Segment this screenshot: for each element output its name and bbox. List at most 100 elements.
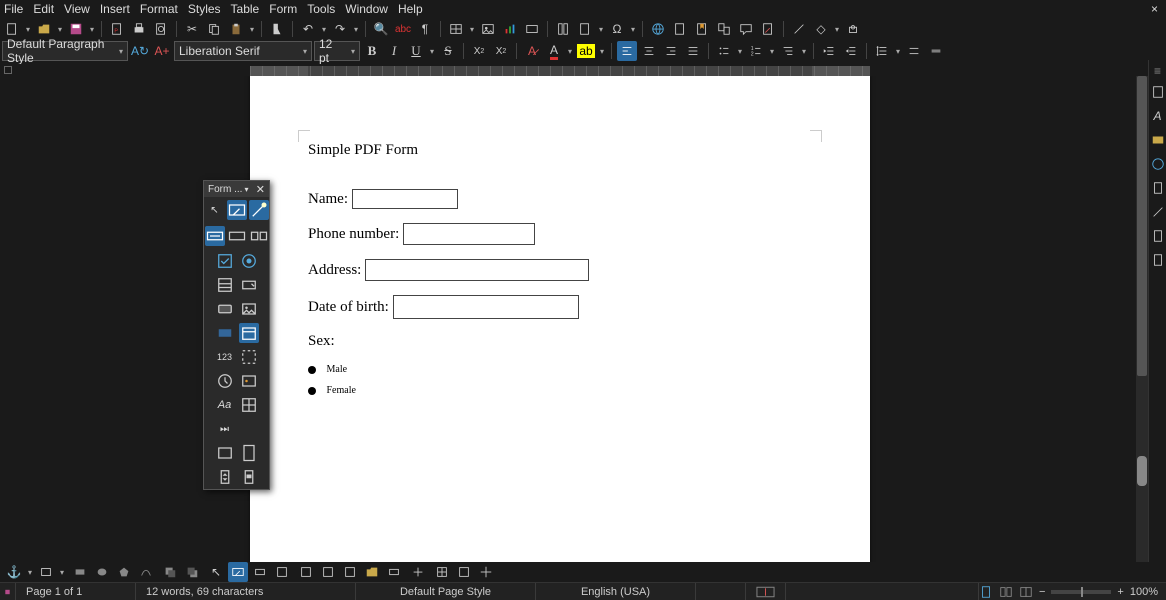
italic-button[interactable]: I xyxy=(384,41,404,61)
fc-date-icon[interactable] xyxy=(239,323,259,343)
increase-indent-button[interactable] xyxy=(819,41,839,61)
form-panel-close-icon[interactable]: ✕ xyxy=(256,183,265,196)
hyperlink-icon[interactable] xyxy=(648,19,668,39)
cut-icon[interactable]: ✂ xyxy=(182,19,202,39)
new-style-icon[interactable]: A+ xyxy=(152,41,172,61)
activation-order-icon[interactable] xyxy=(318,562,338,582)
fc-formatted-icon[interactable] xyxy=(215,323,235,343)
snap-grid-icon[interactable] xyxy=(454,562,474,582)
highlight-icon[interactable]: ab xyxy=(576,41,596,61)
print-icon[interactable] xyxy=(129,19,149,39)
find-icon[interactable]: 🔍 xyxy=(371,19,391,39)
curve-icon[interactable] xyxy=(136,562,156,582)
basic-shapes-icon[interactable]: ◇ xyxy=(811,19,831,39)
select-icon[interactable]: ↖ xyxy=(206,562,226,582)
fc-label-icon[interactable] xyxy=(205,226,225,246)
fc-file-icon[interactable] xyxy=(239,443,259,463)
sidebar-properties-icon[interactable] xyxy=(1150,84,1166,100)
undo-icon[interactable]: ↶ xyxy=(298,19,318,39)
add-field-icon[interactable] xyxy=(340,562,360,582)
form-control-icon[interactable] xyxy=(250,562,270,582)
polygon-icon[interactable] xyxy=(114,562,134,582)
menu-table[interactable]: Table xyxy=(231,2,260,16)
close-icon[interactable]: × xyxy=(1151,2,1158,16)
anchor-menu[interactable]: ▾ xyxy=(26,562,34,582)
form-controls-panel[interactable]: Form ... ▾ ✕ ↖ 123 Aa ⏭ xyxy=(203,180,270,490)
font-name-combo[interactable]: Liberation Serif ▾ xyxy=(174,41,312,61)
fc-scrollbar-icon[interactable] xyxy=(239,467,259,487)
status-insert-mode[interactable] xyxy=(746,583,786,600)
fc-pattern-icon[interactable]: Aa xyxy=(215,395,235,415)
grid-icon[interactable] xyxy=(432,562,452,582)
update-style-icon[interactable]: A↻ xyxy=(130,41,150,61)
decrease-indent-button[interactable] xyxy=(841,41,861,61)
view-multi-icon[interactable] xyxy=(999,585,1013,599)
align-left-button[interactable] xyxy=(617,41,637,61)
table-menu[interactable]: ▾ xyxy=(468,19,476,39)
bullet-list-menu[interactable]: ▾ xyxy=(736,41,744,61)
menu-styles[interactable]: Styles xyxy=(188,2,221,16)
decrease-para-space-button[interactable] xyxy=(926,41,946,61)
zoom-slider[interactable] xyxy=(1051,590,1111,594)
status-pagestyle[interactable]: Default Page Style xyxy=(356,583,536,600)
fc-textbox-icon[interactable] xyxy=(227,226,247,246)
name-textbox[interactable] xyxy=(352,189,458,209)
align-center-button[interactable] xyxy=(639,41,659,61)
special-char-menu[interactable]: ▾ xyxy=(629,19,637,39)
sidebar-inspect-icon[interactable] xyxy=(1150,204,1166,220)
paragraph-style-combo[interactable]: Default Paragraph Style ▾ xyxy=(2,41,128,61)
export-pdf-icon[interactable]: P xyxy=(107,19,127,39)
bookmark-icon[interactable] xyxy=(692,19,712,39)
shapes-menu[interactable]: ▾ xyxy=(833,19,841,39)
rect-icon[interactable] xyxy=(70,562,90,582)
fc-table-icon[interactable] xyxy=(239,395,259,415)
new-doc-icon[interactable] xyxy=(2,19,22,39)
underline-button[interactable]: U xyxy=(406,41,426,61)
highlight-menu[interactable]: ▾ xyxy=(598,41,606,61)
outline-list-button[interactable] xyxy=(778,41,798,61)
fc-check-icon[interactable] xyxy=(215,251,235,271)
menu-format[interactable]: Format xyxy=(140,2,178,16)
increase-para-space-button[interactable] xyxy=(904,41,924,61)
menu-form[interactable]: Form xyxy=(269,2,297,16)
special-char-icon[interactable]: Ω xyxy=(607,19,627,39)
fc-image-icon[interactable] xyxy=(215,443,235,463)
superscript-button[interactable]: X2 xyxy=(469,41,489,61)
sidebar-accessibility-icon[interactable] xyxy=(1150,252,1166,268)
radio-male-row[interactable]: Male xyxy=(308,364,812,375)
font-color-menu[interactable]: ▾ xyxy=(566,41,574,61)
print-preview-icon[interactable] xyxy=(151,19,171,39)
paste-icon[interactable] xyxy=(226,19,246,39)
form-design-icon[interactable] xyxy=(228,562,248,582)
form-nav-icon[interactable] xyxy=(296,562,316,582)
status-language[interactable]: English (USA) xyxy=(536,583,696,600)
radio-female-row[interactable]: Female xyxy=(308,385,812,396)
phone-textbox[interactable] xyxy=(403,223,535,245)
auto-focus-icon[interactable] xyxy=(384,562,404,582)
fc-radio-icon[interactable] xyxy=(239,251,259,271)
menu-edit[interactable]: Edit xyxy=(33,2,54,16)
status-wordcount[interactable]: 12 words, 69 characters xyxy=(136,583,356,600)
zoom-in-button[interactable]: + xyxy=(1117,586,1123,598)
fc-select-icon[interactable]: ↖ xyxy=(205,200,225,220)
subscript-button[interactable]: X2 xyxy=(491,41,511,61)
form-props-icon[interactable] xyxy=(272,562,292,582)
fc-design-mode-icon[interactable] xyxy=(227,200,247,220)
image-icon[interactable] xyxy=(478,19,498,39)
undo-menu[interactable]: ▾ xyxy=(320,19,328,39)
formatting-marks-icon[interactable]: ¶ xyxy=(415,19,435,39)
radio-male-icon[interactable] xyxy=(308,366,316,374)
field-icon[interactable] xyxy=(575,19,595,39)
outline-list-menu[interactable]: ▾ xyxy=(800,41,808,61)
table-icon[interactable] xyxy=(446,19,466,39)
menu-window[interactable]: Window xyxy=(345,2,388,16)
doc-title[interactable]: Simple PDF Form xyxy=(308,142,812,159)
chart-icon[interactable] xyxy=(500,19,520,39)
zoom-out-button[interactable]: − xyxy=(1039,586,1045,598)
menu-view[interactable]: View xyxy=(64,2,90,16)
spellcheck-icon[interactable]: abc xyxy=(393,19,413,39)
open-menu[interactable]: ▾ xyxy=(56,19,64,39)
sidebar-page-icon[interactable] xyxy=(1150,180,1166,196)
fc-imagebutton-icon[interactable] xyxy=(239,299,259,319)
to-back-icon[interactable] xyxy=(182,562,202,582)
